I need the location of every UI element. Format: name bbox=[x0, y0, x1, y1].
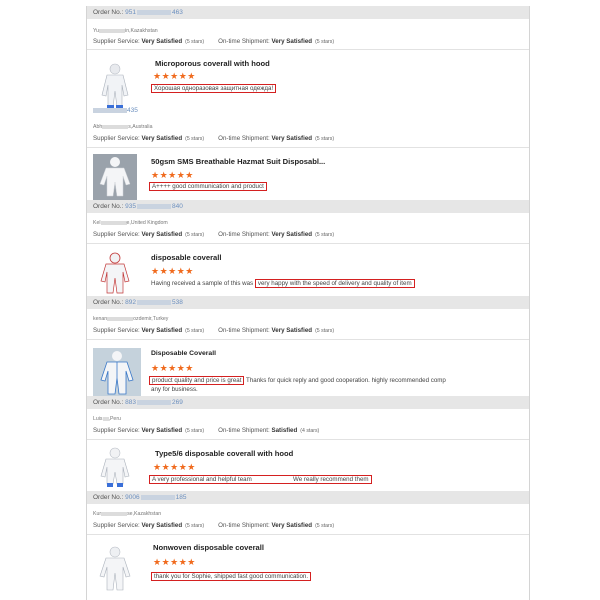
buyer-name: Luis ,Peru bbox=[93, 416, 121, 422]
product-title[interactable]: Disposable Coverall bbox=[151, 350, 216, 357]
divider bbox=[87, 49, 529, 50]
review-comment: Having received a sample of this was ver… bbox=[151, 279, 415, 288]
highlighted-comment: product quality and price is great bbox=[149, 376, 245, 385]
highlighted-comment: thank you for Sophie, shipped fast good … bbox=[151, 572, 312, 581]
review-comment-continued: any for business. bbox=[151, 386, 198, 393]
order-number[interactable]: 9006 185 bbox=[125, 494, 186, 501]
highlighted-comment: Хорошая одноразовая защитная одежда! bbox=[151, 84, 277, 93]
highlighted-comment: A++++ good communication and product bbox=[149, 182, 267, 191]
star-rating: ★★★★★ bbox=[153, 557, 196, 567]
divider bbox=[87, 243, 529, 244]
star-rating: ★★★★★ bbox=[151, 266, 194, 276]
coverall-suit-image bbox=[93, 251, 137, 297]
order-label: Order No.: bbox=[93, 9, 124, 16]
order-bar: Order No.: 9006 185 bbox=[87, 491, 529, 504]
product-title[interactable]: 50gsm SMS Breathable Hazmat Suit Disposa… bbox=[151, 157, 325, 166]
product-image[interactable] bbox=[93, 348, 141, 398]
divider bbox=[87, 147, 529, 148]
product-image[interactable] bbox=[93, 544, 137, 594]
rating-row: Supplier Service: Very Satisfied (5 stars… bbox=[93, 522, 335, 529]
product-image[interactable] bbox=[93, 251, 137, 297]
order-number-partial[interactable]: 435 bbox=[93, 107, 138, 114]
star-rating: ★★★★★ bbox=[151, 363, 194, 373]
highlighted-comment: very happy with the speed of delivery an… bbox=[254, 279, 415, 288]
order-bar: Order No.: 892 538 bbox=[87, 296, 529, 309]
order-number[interactable]: 951 463 bbox=[125, 9, 183, 16]
coverall-suit-image bbox=[93, 348, 141, 398]
divider bbox=[87, 534, 529, 535]
star-rating: ★★★★★ bbox=[153, 71, 196, 81]
product-title[interactable]: Nonwoven disposable coverall bbox=[153, 543, 264, 552]
product-image[interactable] bbox=[93, 154, 137, 200]
product-title[interactable]: Type5/6 disposable coverall with hood bbox=[155, 449, 293, 458]
order-bar: Order No.: 883 269 bbox=[87, 396, 529, 409]
order-number[interactable]: 935 840 bbox=[125, 203, 183, 210]
product-title[interactable]: disposable coverall bbox=[151, 253, 221, 262]
highlighted-comment: A very professional and helpful team We … bbox=[149, 475, 372, 484]
coverall-suit-image bbox=[93, 446, 137, 492]
rating-row: Supplier Service: Very Satisfied (5 stars… bbox=[93, 327, 335, 334]
review-comment: A++++ good communication and product bbox=[149, 182, 267, 191]
divider bbox=[87, 339, 529, 340]
review-comment: Хорошая одноразовая защитная одежда! bbox=[151, 84, 277, 93]
product-title[interactable]: Microporous coverall with hood bbox=[155, 59, 270, 68]
buyer-name: Abh s,Australia bbox=[93, 124, 153, 130]
order-number[interactable]: 892 538 bbox=[125, 299, 183, 306]
rating-row: Supplier Service: Very Satisfied (5 stars… bbox=[93, 427, 320, 434]
coverall-suit-image bbox=[93, 154, 137, 200]
buyer-name: kenan ozdemir,Turkey bbox=[93, 316, 169, 322]
review-comment: thank you for Sophie, shipped fast good … bbox=[151, 572, 312, 581]
order-number[interactable]: 883 269 bbox=[125, 399, 183, 406]
product-image[interactable] bbox=[93, 446, 137, 492]
divider bbox=[87, 439, 529, 440]
buyer-name: Kel e,United Kingdom bbox=[93, 220, 168, 226]
rating-row: Supplier Service: Very Satisfied (5 stars… bbox=[93, 38, 335, 45]
buyer-name: Yu in,Kazakhstan bbox=[93, 28, 158, 34]
star-rating: ★★★★★ bbox=[151, 170, 194, 180]
buyer-name: Kur se,Kazakhstan bbox=[93, 511, 162, 517]
star-rating: ★★★★★ bbox=[153, 462, 196, 472]
reviews-page: Order No.: 951 463 Yu in,Kazakhstan Suppli… bbox=[86, 6, 530, 600]
rating-row: Supplier Service: Very Satisfied (5 stars… bbox=[93, 231, 335, 238]
order-bar: Order No.: 951 463 bbox=[87, 6, 529, 19]
review-comment: product quality and price is great Thank… bbox=[149, 376, 446, 385]
order-bar: Order No.: 935 840 bbox=[87, 200, 529, 213]
rating-row: Supplier Service: Very Satisfied (5 stars… bbox=[93, 135, 335, 142]
review-comment: A very professional and helpful team We … bbox=[149, 475, 372, 484]
coverall-suit-image bbox=[93, 544, 137, 594]
